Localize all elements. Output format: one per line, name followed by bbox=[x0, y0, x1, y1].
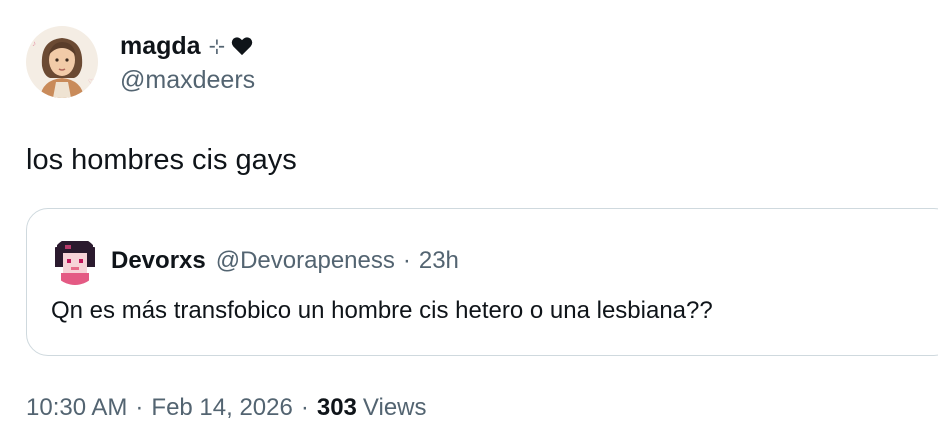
tweet-header: ♪ ♡ magda ⊹ @maxdeers bbox=[26, 26, 255, 98]
name-decoration: ⊹ bbox=[209, 34, 254, 59]
quoted-timestamp[interactable]: 23h bbox=[419, 247, 459, 275]
tweet-text: los hombres cis gays bbox=[26, 144, 297, 176]
quoted-separator: · bbox=[402, 247, 411, 274]
tweet-meta: 10:30 AM · Feb 14, 2026 · 303 Views bbox=[26, 394, 427, 422]
tweet-date[interactable]: Feb 14, 2026 bbox=[151, 394, 292, 422]
svg-text:♡: ♡ bbox=[88, 78, 94, 86]
sparkle-icon: ⊹ bbox=[208, 35, 226, 58]
author-names: magda ⊹ @maxdeers bbox=[120, 29, 255, 95]
svg-text:♪: ♪ bbox=[32, 39, 36, 48]
quoted-tweet-text: Qn es más transfobico un hombre cis hete… bbox=[51, 297, 713, 324]
author-avatar[interactable]: ♪ ♡ bbox=[26, 26, 98, 98]
tweet-time[interactable]: 10:30 AM bbox=[26, 394, 127, 422]
views-count: 303 bbox=[316, 394, 357, 421]
views-label: Views bbox=[362, 394, 427, 421]
quoted-tweet-header: Devorxs @Devorapeness · 23h bbox=[51, 237, 459, 285]
quoted-author-avatar[interactable] bbox=[51, 237, 99, 285]
author-handle[interactable]: @maxdeers bbox=[120, 66, 255, 95]
quoted-tweet-card[interactable]: Devorxs @Devorapeness · 23h Qn es más tr… bbox=[26, 208, 938, 356]
meta-separator: · bbox=[135, 394, 144, 421]
meta-separator: · bbox=[300, 394, 309, 421]
quoted-author-handle[interactable]: @Devorapeness bbox=[216, 247, 395, 275]
black-heart-icon bbox=[232, 37, 253, 56]
portrait-avatar-icon: ♪ ♡ bbox=[26, 26, 98, 98]
display-name-row: magda ⊹ bbox=[120, 29, 255, 63]
author-display-name[interactable]: magda bbox=[120, 32, 201, 61]
pixel-avatar-icon bbox=[51, 237, 99, 285]
quoted-author-name[interactable]: Devorxs bbox=[111, 247, 206, 275]
